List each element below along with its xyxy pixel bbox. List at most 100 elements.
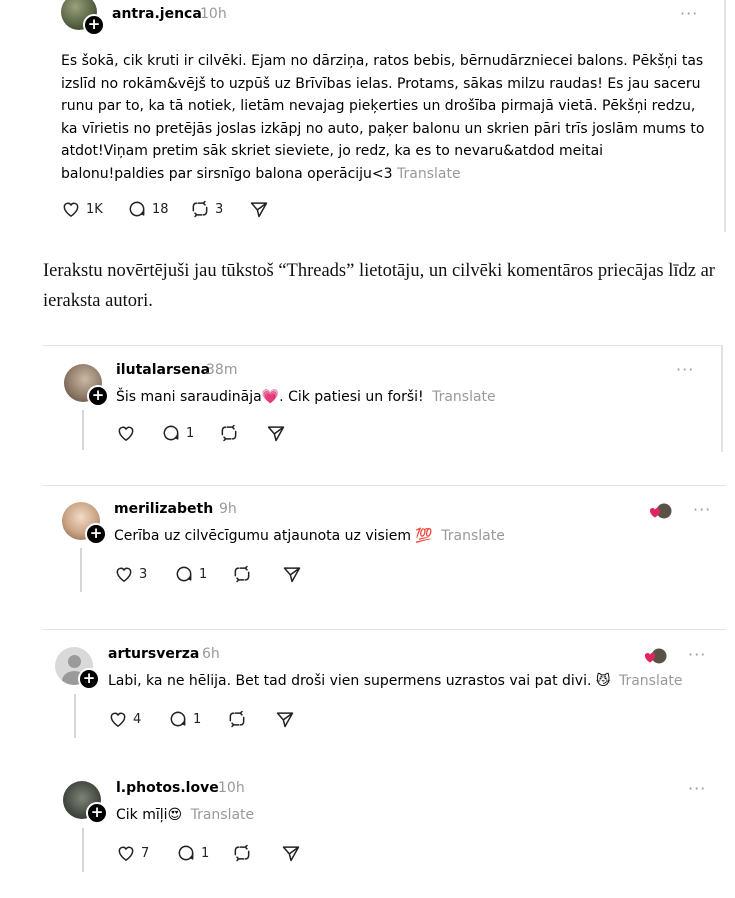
comment-divider	[43, 345, 723, 346]
repost-button[interactable]	[232, 843, 252, 863]
follow-plus-icon[interactable]: +	[83, 14, 105, 36]
like-button[interactable]: 7	[116, 843, 149, 863]
share-icon	[283, 567, 301, 583]
follow-plus-icon[interactable]: +	[86, 802, 108, 824]
comment-username[interactable]: ilutalarsena	[116, 362, 210, 378]
reply-count: 1	[199, 566, 208, 582]
avatar[interactable]: +	[62, 502, 107, 545]
comment-time[interactable]: 38m	[206, 362, 237, 378]
thread-line	[74, 694, 76, 738]
thread-line	[82, 410, 84, 450]
comment-icon	[129, 201, 145, 217]
emoji-icon: 😍	[167, 807, 183, 823]
repost-button[interactable]	[219, 423, 239, 443]
like-button[interactable]: 3	[114, 564, 147, 584]
comment-username[interactable]: merilizabeth	[114, 501, 213, 517]
repost-button[interactable]: 3	[190, 199, 223, 219]
share-button[interactable]	[275, 709, 295, 729]
repost-icon	[229, 710, 245, 728]
reply-button[interactable]: 1	[174, 564, 207, 584]
comment-actions: 7 1	[116, 843, 316, 867]
avatar[interactable]: +	[63, 781, 108, 824]
like-button[interactable]: 4	[108, 709, 141, 729]
more-icon[interactable]: ···	[688, 645, 706, 664]
comment-divider	[43, 485, 726, 486]
repost-button[interactable]	[232, 564, 252, 584]
heart-icon	[116, 567, 132, 582]
repost-button[interactable]	[227, 709, 247, 729]
post-actions: 1K 18 3	[61, 199, 281, 223]
post-time[interactable]: 10h	[200, 6, 227, 22]
comment-text: Cik mīļi😍 Translate	[116, 807, 255, 823]
avatar[interactable]: +	[61, 0, 105, 36]
repost-icon	[221, 424, 237, 442]
translate-link[interactable]: Translate	[441, 528, 505, 544]
heart-icon	[63, 202, 79, 217]
repost-icon	[234, 565, 250, 583]
share-button[interactable]	[282, 564, 302, 584]
more-icon[interactable]: ···	[688, 779, 706, 798]
comment-icon	[176, 566, 192, 582]
like-count: 1K	[86, 201, 103, 217]
heart-icon	[110, 712, 126, 727]
avatar[interactable]: +	[55, 647, 100, 690]
reply-count: 1	[186, 425, 195, 441]
comment-time[interactable]: 9h	[219, 501, 237, 517]
liked-by-author-icon	[644, 647, 668, 665]
reply-count: 18	[152, 201, 169, 217]
comment-actions: 4 1	[108, 709, 308, 733]
heart-icon	[118, 846, 134, 861]
like-count: 3	[139, 566, 148, 582]
comment-icon	[178, 845, 194, 861]
comment-actions: 1	[116, 423, 296, 447]
comment-icon	[170, 711, 186, 727]
reply-button[interactable]: 1	[161, 423, 194, 443]
repost-count: 3	[215, 201, 224, 217]
comment-text: Cerība uz cilvēcīgumu atjaunota uz visie…	[114, 528, 505, 544]
like-button[interactable]: 1K	[61, 199, 103, 219]
liked-by-author-icon	[649, 502, 673, 520]
heart-icon	[118, 426, 134, 441]
like-button[interactable]	[116, 423, 136, 443]
repost-icon	[192, 200, 208, 218]
thread-line	[82, 828, 84, 872]
more-icon[interactable]: ···	[693, 500, 711, 519]
share-button[interactable]	[281, 843, 301, 863]
reply-count: 1	[201, 845, 210, 861]
comment-divider	[721, 345, 723, 452]
translate-link[interactable]: Translate	[397, 166, 461, 182]
follow-plus-icon[interactable]: +	[78, 668, 100, 690]
comment-text: Labi, ka ne hēlija. Bet tad droši vien s…	[108, 673, 683, 689]
post-body: Es šokā, cik kruti ir cilvēki. Ejam no d…	[61, 53, 705, 182]
reply-button[interactable]: 1	[168, 709, 201, 729]
post-text: Es šokā, cik kruti ir cilvēki. Ejam no d…	[61, 50, 709, 185]
like-count: 7	[141, 845, 150, 861]
comment-username[interactable]: l.photos.love	[116, 780, 219, 796]
follow-plus-icon[interactable]: +	[87, 385, 109, 407]
emoji-icon: 💯	[415, 528, 433, 544]
reply-button[interactable]: 1	[176, 843, 209, 863]
emoji-icon: 😼	[595, 673, 611, 689]
comment-text: Šis mani saraudināja💗. Cik patiesi un fo…	[116, 389, 496, 405]
comment-time[interactable]: 6h	[202, 646, 220, 662]
comment-divider	[43, 629, 726, 630]
translate-link[interactable]: Translate	[619, 673, 683, 689]
share-button[interactable]	[266, 423, 286, 443]
comment-time[interactable]: 10h	[218, 780, 245, 796]
reply-button[interactable]: 18	[127, 199, 169, 219]
more-icon[interactable]: ···	[680, 4, 698, 23]
avatar[interactable]: +	[64, 364, 109, 407]
share-button[interactable]	[249, 199, 269, 219]
post-username[interactable]: antra.jenca	[112, 6, 202, 22]
share-icon	[276, 712, 294, 728]
comment-actions: 3 1	[114, 564, 314, 588]
translate-link[interactable]: Translate	[191, 807, 255, 823]
more-icon[interactable]: ···	[676, 360, 694, 379]
repost-icon	[234, 844, 250, 862]
post-divider	[724, 0, 726, 232]
follow-plus-icon[interactable]: +	[85, 523, 107, 545]
comment-username[interactable]: artursverza	[108, 646, 199, 662]
translate-link[interactable]: Translate	[432, 389, 496, 405]
share-icon	[282, 846, 300, 862]
like-count: 4	[133, 711, 142, 727]
